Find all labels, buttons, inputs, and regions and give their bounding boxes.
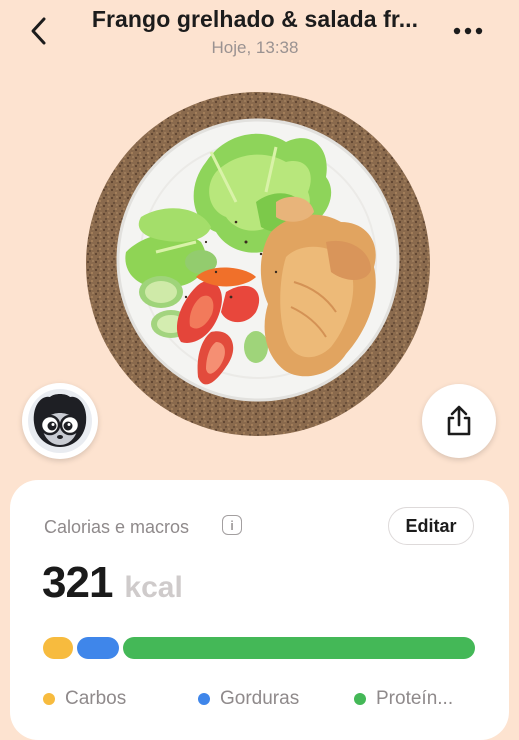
macro-segment-carbs (43, 637, 73, 659)
food-photo (86, 92, 430, 436)
more-button[interactable] (448, 18, 488, 44)
legend-item-protein: Proteín... (354, 688, 453, 710)
macro-legend: Carbos Gorduras Proteín... (43, 688, 483, 712)
macro-segment-protein (123, 637, 475, 659)
macro-bar (43, 637, 475, 659)
share-button[interactable] (422, 384, 496, 458)
legend-item-carbs: Carbos (43, 688, 126, 710)
legend-label-protein: Proteín... (376, 688, 454, 709)
legend-label-carbs: Carbos (65, 688, 127, 709)
protein-dot-icon (354, 693, 366, 705)
mascot-avatar-icon (28, 389, 92, 453)
avatar[interactable] (22, 383, 98, 459)
fat-dot-icon (198, 693, 210, 705)
nutrition-card: Calorias e macros i Editar 321 kcal Carb… (10, 480, 509, 740)
legend-item-fat: Gorduras (198, 688, 299, 710)
macro-segment-fat (77, 637, 119, 659)
title-block: Frango grelhado & salada fr... Hoje, 13:… (70, 6, 440, 58)
legend-label-fat: Gorduras (220, 688, 300, 709)
header: Frango grelhado & salada fr... Hoje, 13:… (0, 0, 519, 70)
chevron-left-icon (31, 17, 46, 45)
calorie-total: 321 kcal (42, 558, 183, 608)
kcal-value: 321 (42, 558, 113, 607)
page-title: Frango grelhado & salada fr... (91, 6, 419, 32)
page-subtitle: Hoje, 13:38 (211, 38, 299, 57)
carbs-dot-icon (43, 693, 55, 705)
share-icon (447, 405, 471, 436)
more-icon (453, 27, 483, 35)
info-icon[interactable]: i (222, 515, 242, 535)
back-button[interactable] (22, 14, 56, 48)
kcal-unit: kcal (124, 571, 183, 604)
edit-button[interactable]: Editar (388, 507, 474, 545)
calories-macros-label: Calorias e macros (44, 517, 190, 537)
